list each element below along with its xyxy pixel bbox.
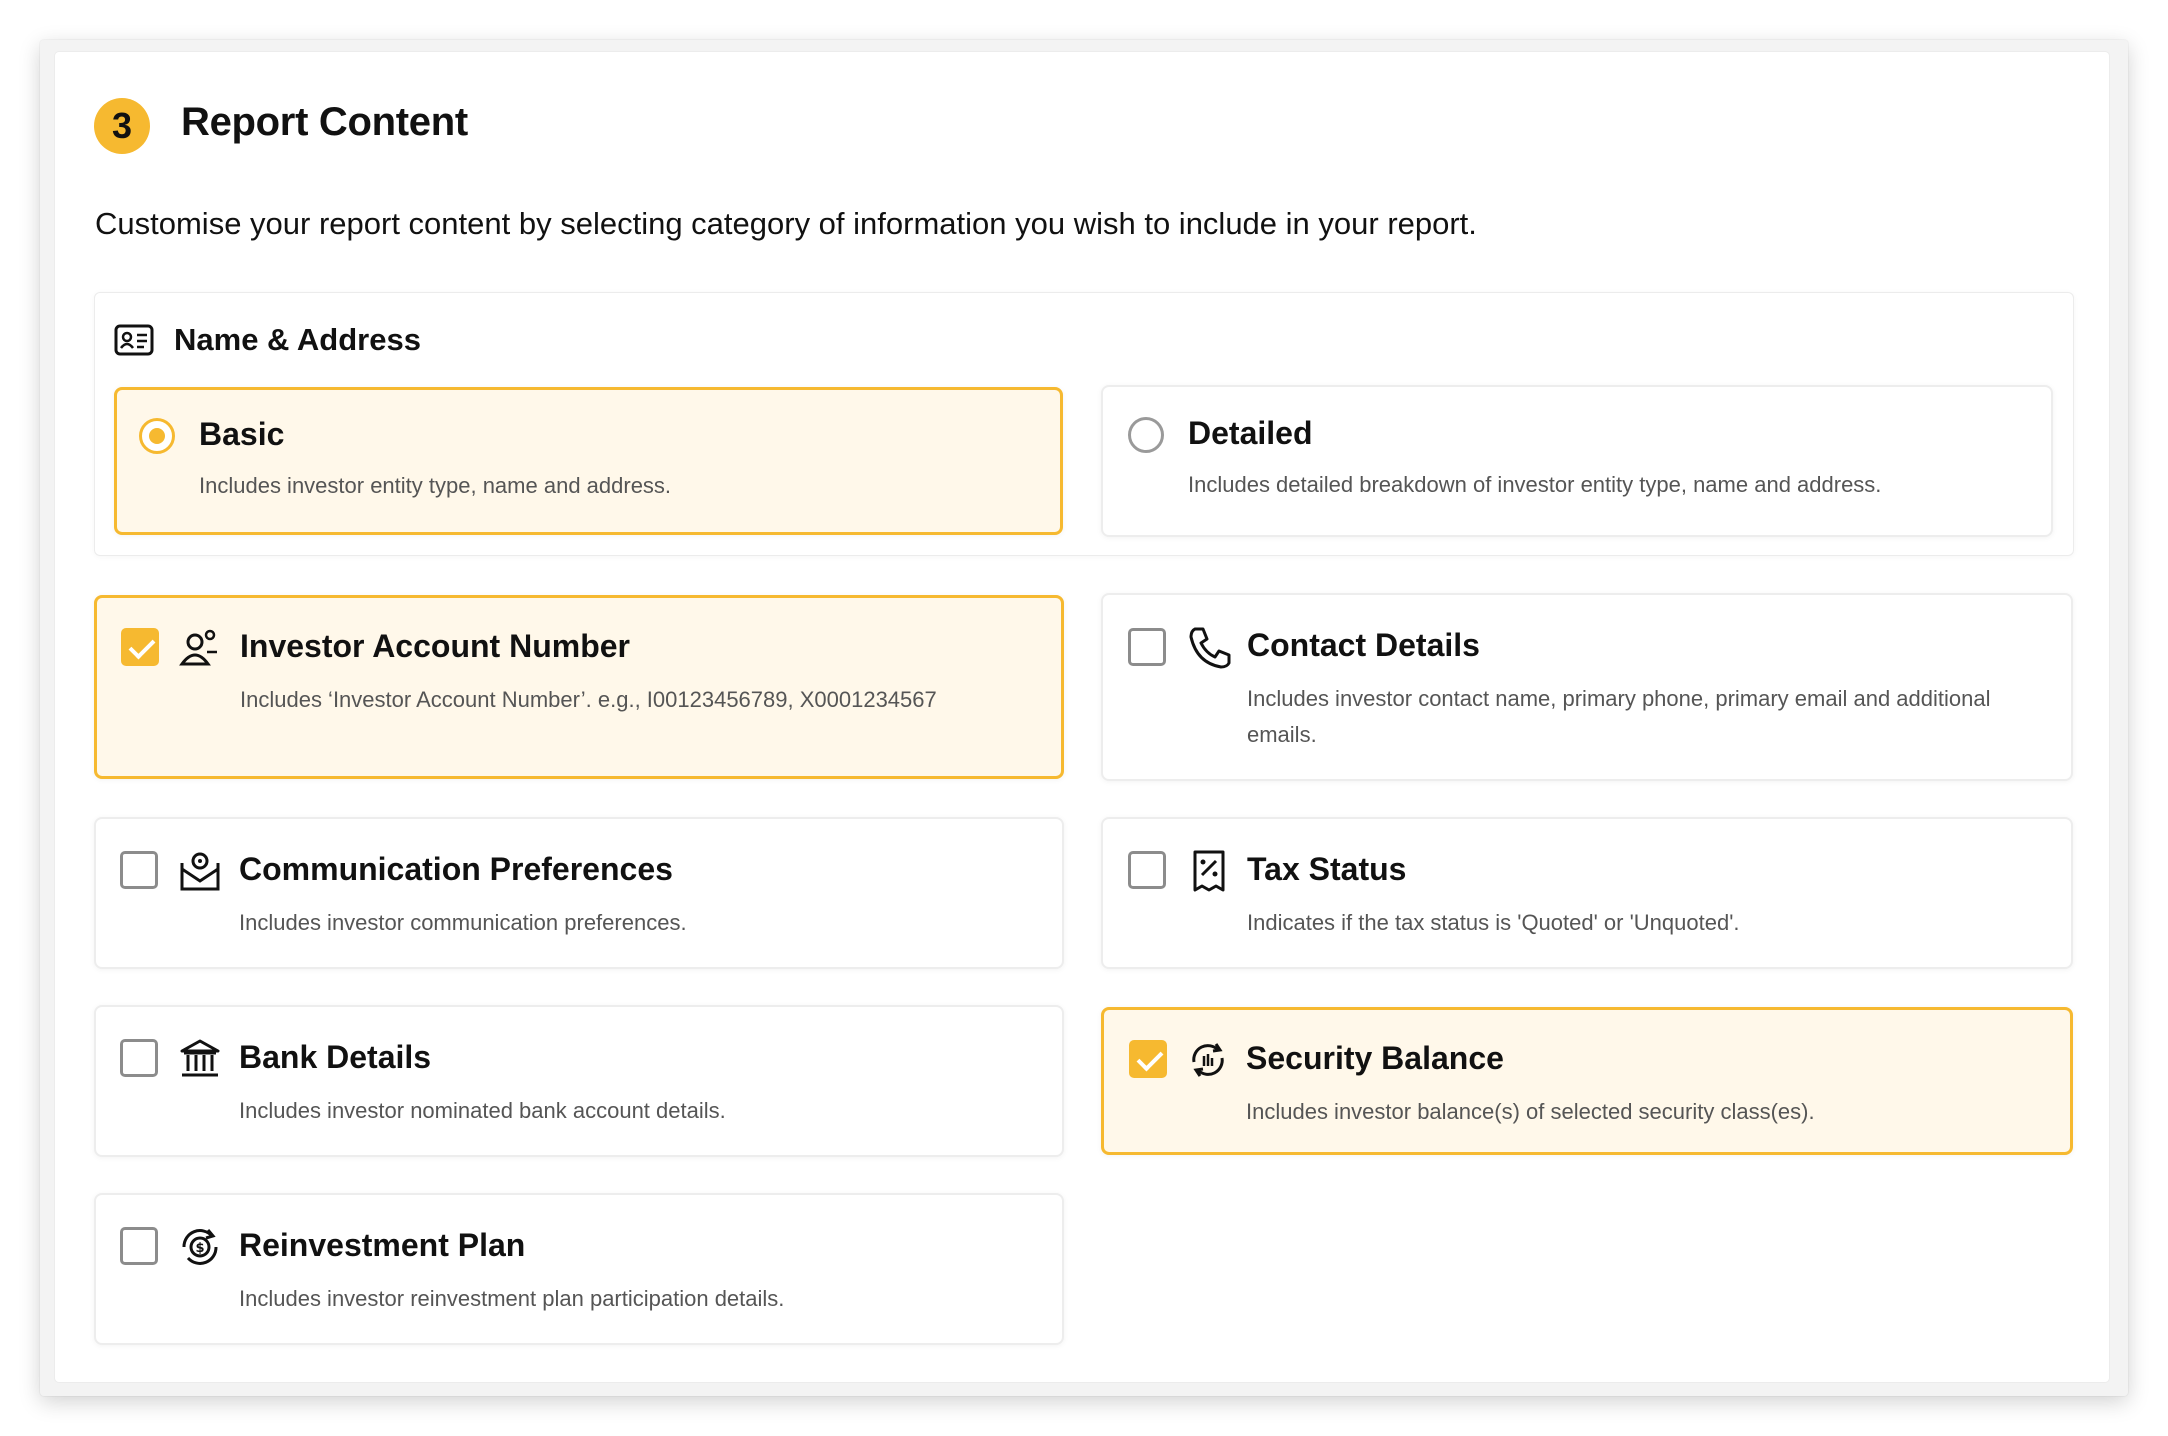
bank-icon <box>180 1039 220 1077</box>
bank-details-checkbox[interactable] <box>120 1039 158 1077</box>
tax-status-checkbox[interactable] <box>1128 851 1166 889</box>
category-investor-account-number[interactable]: Investor Account Number Includes ‘Invest… <box>94 595 1064 779</box>
security-balance-desc: Includes investor balance(s) of selected… <box>1246 1099 1815 1124</box>
contact-details-title: Contact Details <box>1247 627 1480 663</box>
investor-account-number-title: Investor Account Number <box>240 628 630 664</box>
name-address-header: Name & Address <box>114 322 421 358</box>
name-address-label: Name & Address <box>174 322 421 357</box>
communication-preferences-desc: Includes investor communication preferen… <box>239 910 687 935</box>
section-title: Report Content <box>181 100 468 144</box>
communication-preferences-title: Communication Preferences <box>239 851 673 887</box>
balance-exchange-icon <box>1192 1043 1224 1077</box>
category-reinvestment-plan[interactable]: $ Reinvestment Plan Includes investor re… <box>94 1193 1064 1345</box>
reinvestment-plan-title: Reinvestment Plan <box>239 1227 526 1263</box>
basic-title: Basic <box>199 416 285 452</box>
reinvestment-plan-desc: Includes investor reinvestment plan part… <box>239 1286 785 1311</box>
option-detailed[interactable]: Detailed Includes detailed breakdown of … <box>1101 385 2053 537</box>
step-number-badge: 3 <box>94 98 150 154</box>
category-contact-details[interactable]: Contact Details Includes investor contac… <box>1101 593 2073 781</box>
detailed-radio[interactable] <box>1128 417 1164 453</box>
category-communication-preferences[interactable]: Communication Preferences Includes inves… <box>94 817 1064 969</box>
bank-details-title: Bank Details <box>239 1039 432 1075</box>
detailed-title: Detailed <box>1188 415 1313 451</box>
id-card-icon <box>114 324 154 356</box>
investor-account-number-desc: Includes ‘Investor Account Number’. e.g.… <box>240 687 937 712</box>
option-basic[interactable]: Basic Includes investor entity type, nam… <box>114 387 1063 535</box>
contact-details-checkbox[interactable] <box>1128 628 1166 666</box>
contact-details-desc: Includes investor contact name, primary … <box>1247 686 1991 747</box>
user-account-icon <box>179 629 217 666</box>
category-bank-details[interactable]: Bank Details Includes investor nominated… <box>94 1005 1064 1157</box>
section-intro: Customise your report content by selecti… <box>95 206 1477 241</box>
basic-radio[interactable] <box>139 418 175 454</box>
communication-preferences-checkbox[interactable] <box>120 851 158 889</box>
category-security-balance[interactable]: Security Balance Includes investor balan… <box>1101 1007 2073 1155</box>
investor-account-number-checkbox[interactable] <box>121 628 159 666</box>
security-balance-checkbox[interactable] <box>1129 1040 1167 1078</box>
basic-desc: Includes investor entity type, name and … <box>199 473 672 498</box>
phone-icon <box>1189 627 1231 669</box>
security-balance-title: Security Balance <box>1246 1040 1504 1076</box>
tax-status-desc: Indicates if the tax status is 'Quoted' … <box>1247 910 1740 935</box>
mail-settings-icon <box>180 852 220 891</box>
bank-details-desc: Includes investor nominated bank account… <box>239 1098 726 1123</box>
tax-receipt-icon <box>1193 850 1225 892</box>
detailed-desc: Includes detailed breakdown of investor … <box>1188 472 1882 497</box>
tax-status-title: Tax Status <box>1247 851 1407 887</box>
category-tax-status[interactable]: Tax Status Indicates if the tax status i… <box>1101 817 2073 969</box>
reinvestment-plan-checkbox[interactable] <box>120 1227 158 1265</box>
reinvest-coin-icon: $ <box>182 1229 218 1265</box>
svg-text:$: $ <box>195 1241 204 1256</box>
